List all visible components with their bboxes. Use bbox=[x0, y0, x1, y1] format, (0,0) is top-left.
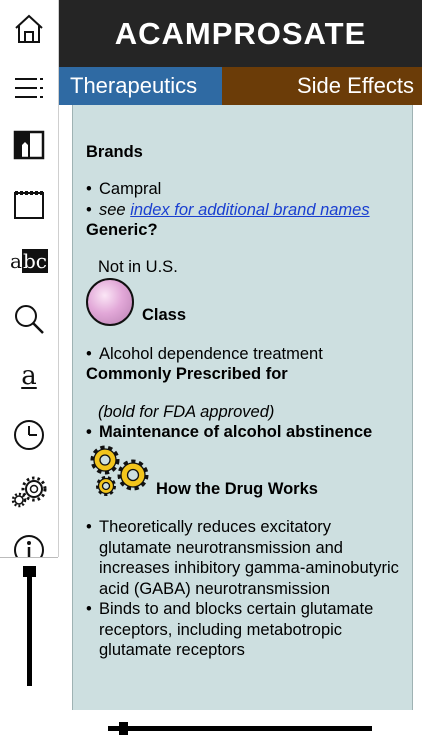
abc-index-button[interactable]: abc bbox=[0, 235, 58, 287]
amazon-icon: a bbox=[21, 361, 37, 391]
tab-therapeutics[interactable]: Therapeutics bbox=[59, 67, 222, 105]
list-item: Theoretically reduces excitatory glutama… bbox=[86, 517, 400, 599]
history-clock-icon bbox=[14, 420, 44, 450]
class-row: Class bbox=[86, 278, 400, 326]
content-scroll-area[interactable]: Brands Campral see index for additional … bbox=[59, 105, 422, 710]
menu-button[interactable] bbox=[0, 62, 58, 114]
tab-bar: Therapeutics Side Effects bbox=[59, 67, 422, 105]
bookmark-book-icon bbox=[13, 130, 45, 160]
settings-gears-icon bbox=[11, 476, 47, 508]
menu-icon bbox=[15, 78, 43, 98]
list-item: see index for additional brand names bbox=[86, 200, 400, 221]
tab-side-effects[interactable]: Side Effects bbox=[222, 67, 422, 105]
sidebar-divider bbox=[0, 557, 58, 558]
info-button[interactable] bbox=[0, 524, 58, 557]
amazon-button[interactable]: a bbox=[0, 350, 58, 402]
horizontal-zoom-slider[interactable] bbox=[108, 726, 372, 731]
works-list: Theoretically reduces excitatory glutama… bbox=[86, 517, 400, 661]
abc-icon: abc bbox=[10, 249, 48, 273]
gears-icon bbox=[90, 445, 149, 496]
class-list: Alcohol dependence treatment bbox=[86, 344, 400, 365]
prescribed-list: Maintenance of alcohol abstinence bbox=[86, 422, 400, 443]
sidebar: abc a bbox=[0, 0, 59, 557]
horizontal-slider-handle[interactable] bbox=[119, 722, 128, 735]
settings-button[interactable] bbox=[0, 466, 58, 518]
list-item: Maintenance of alcohol abstinence bbox=[86, 422, 400, 443]
list-item: Alcohol dependence treatment bbox=[86, 344, 400, 365]
list-item: Campral bbox=[86, 179, 400, 200]
class-circle-icon bbox=[86, 278, 134, 326]
generic-heading: Generic? bbox=[86, 221, 158, 239]
works-heading: How the Drug Works bbox=[156, 480, 318, 498]
fda-note: (bold for FDA approved) bbox=[98, 402, 275, 421]
search-icon bbox=[15, 305, 44, 334]
notepad-icon bbox=[14, 191, 44, 219]
bookmarks-button[interactable] bbox=[0, 119, 58, 171]
generic-value: Not in U.S. bbox=[98, 258, 178, 276]
monograph-content: Brands Campral see index for additional … bbox=[72, 105, 413, 710]
home-icon bbox=[15, 14, 43, 43]
class-heading: Class bbox=[142, 306, 187, 324]
history-button[interactable] bbox=[0, 409, 58, 461]
vertical-scroll-slider[interactable] bbox=[27, 566, 32, 686]
title-bar: ACAMPROSATE bbox=[59, 0, 422, 67]
info-icon bbox=[14, 535, 44, 557]
prescribed-heading: Commonly Prescribed for bbox=[86, 364, 288, 383]
brands-list: Campral see index for additional brand n… bbox=[86, 179, 400, 220]
index-link[interactable]: index for additional brand names bbox=[130, 201, 369, 219]
vertical-slider-handle[interactable] bbox=[23, 566, 36, 577]
brands-heading: Brands bbox=[86, 143, 143, 161]
list-item: Binds to and blocks certain glutamate re… bbox=[86, 599, 400, 661]
home-button[interactable] bbox=[0, 3, 58, 55]
notes-button[interactable] bbox=[0, 178, 58, 230]
works-row: How the Drug Works bbox=[86, 444, 400, 498]
search-button[interactable] bbox=[0, 293, 58, 345]
page-title: ACAMPROSATE bbox=[114, 15, 367, 51]
